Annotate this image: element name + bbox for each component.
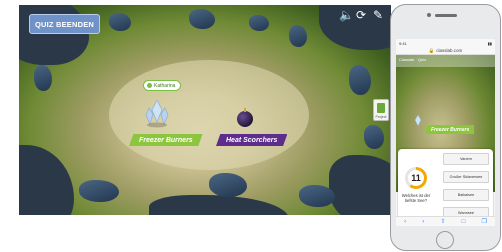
back-icon[interactable]: ‹ bbox=[404, 219, 406, 225]
lock-icon: 🔒 bbox=[428, 47, 435, 53]
team-heat-scorchers[interactable]: Heat Scorchers bbox=[216, 134, 288, 146]
project-side-icon[interactable]: Project bbox=[373, 99, 389, 121]
project-label: Project bbox=[375, 115, 387, 119]
timer-ring: 11 bbox=[405, 167, 427, 189]
question-text: Welches ist der tiefste See? bbox=[401, 193, 431, 203]
phone-screen: 9:41 ▮▮ 🔒 classlab.com Classlab · Quiz F… bbox=[396, 39, 495, 226]
answer-option-1[interactable]: Vanern bbox=[443, 153, 489, 165]
bomb-character-icon bbox=[237, 108, 253, 127]
phone-game-view[interactable]: Classlab · Quiz Freezer Burners 11 Welch… bbox=[396, 55, 495, 226]
answer-option-3[interactable]: Baikalsee bbox=[443, 189, 489, 201]
phone-team-label: Freezer Burners bbox=[426, 125, 475, 134]
game-scene[interactable]: QUIZ BEENDEN 🔈 ⟳ ✎ Katharina Freezer Bur… bbox=[19, 5, 391, 215]
player-name: Katharina bbox=[154, 82, 176, 89]
crystal-character-icon bbox=[145, 100, 169, 128]
player-name-tag: Katharina bbox=[143, 80, 182, 91]
url-bar[interactable]: 🔒 classlab.com bbox=[396, 47, 495, 55]
front-camera-icon bbox=[427, 13, 431, 17]
player-dot-icon bbox=[147, 83, 152, 88]
question-card: 11 Welches ist der tiefste See? Vanern G… bbox=[398, 149, 493, 226]
home-button[interactable] bbox=[436, 231, 454, 249]
speaker-grille bbox=[435, 14, 457, 17]
bookmarks-icon[interactable]: □ bbox=[462, 219, 466, 225]
answer-option-2[interactable]: Großer Sklavensee bbox=[443, 171, 489, 183]
share-icon[interactable]: ⇧ bbox=[440, 218, 445, 225]
team-freezer-burners[interactable]: Freezer Burners bbox=[129, 134, 203, 146]
status-time: 9:41 bbox=[399, 40, 407, 46]
forward-icon[interactable]: › bbox=[422, 219, 424, 225]
phone-mockup: 9:41 ▮▮ 🔒 classlab.com Classlab · Quiz F… bbox=[390, 4, 501, 251]
phone-header: Classlab · Quiz bbox=[396, 55, 495, 67]
project-icon bbox=[377, 103, 385, 113]
restart-icon[interactable]: ⟳ bbox=[356, 9, 366, 21]
crystal-icon bbox=[414, 115, 422, 127]
url-text: classlab.com bbox=[436, 48, 463, 53]
quit-quiz-button[interactable]: QUIZ BEENDEN bbox=[29, 14, 100, 34]
status-bar: 9:41 ▮▮ bbox=[396, 39, 495, 47]
tabs-icon[interactable]: ❐ bbox=[482, 218, 487, 225]
pencil-icon[interactable]: ✎ bbox=[373, 9, 383, 21]
screenshot: QUIZ BEENDEN 🔈 ⟳ ✎ Katharina Freezer Bur… bbox=[0, 0, 502, 252]
battery-icon: ▮▮ bbox=[487, 40, 492, 46]
browser-toolbar: ‹ › ⇧ □ ❐ bbox=[396, 216, 495, 226]
timer-value: 11 bbox=[408, 170, 424, 186]
sound-icon[interactable]: 🔈 bbox=[339, 9, 354, 21]
